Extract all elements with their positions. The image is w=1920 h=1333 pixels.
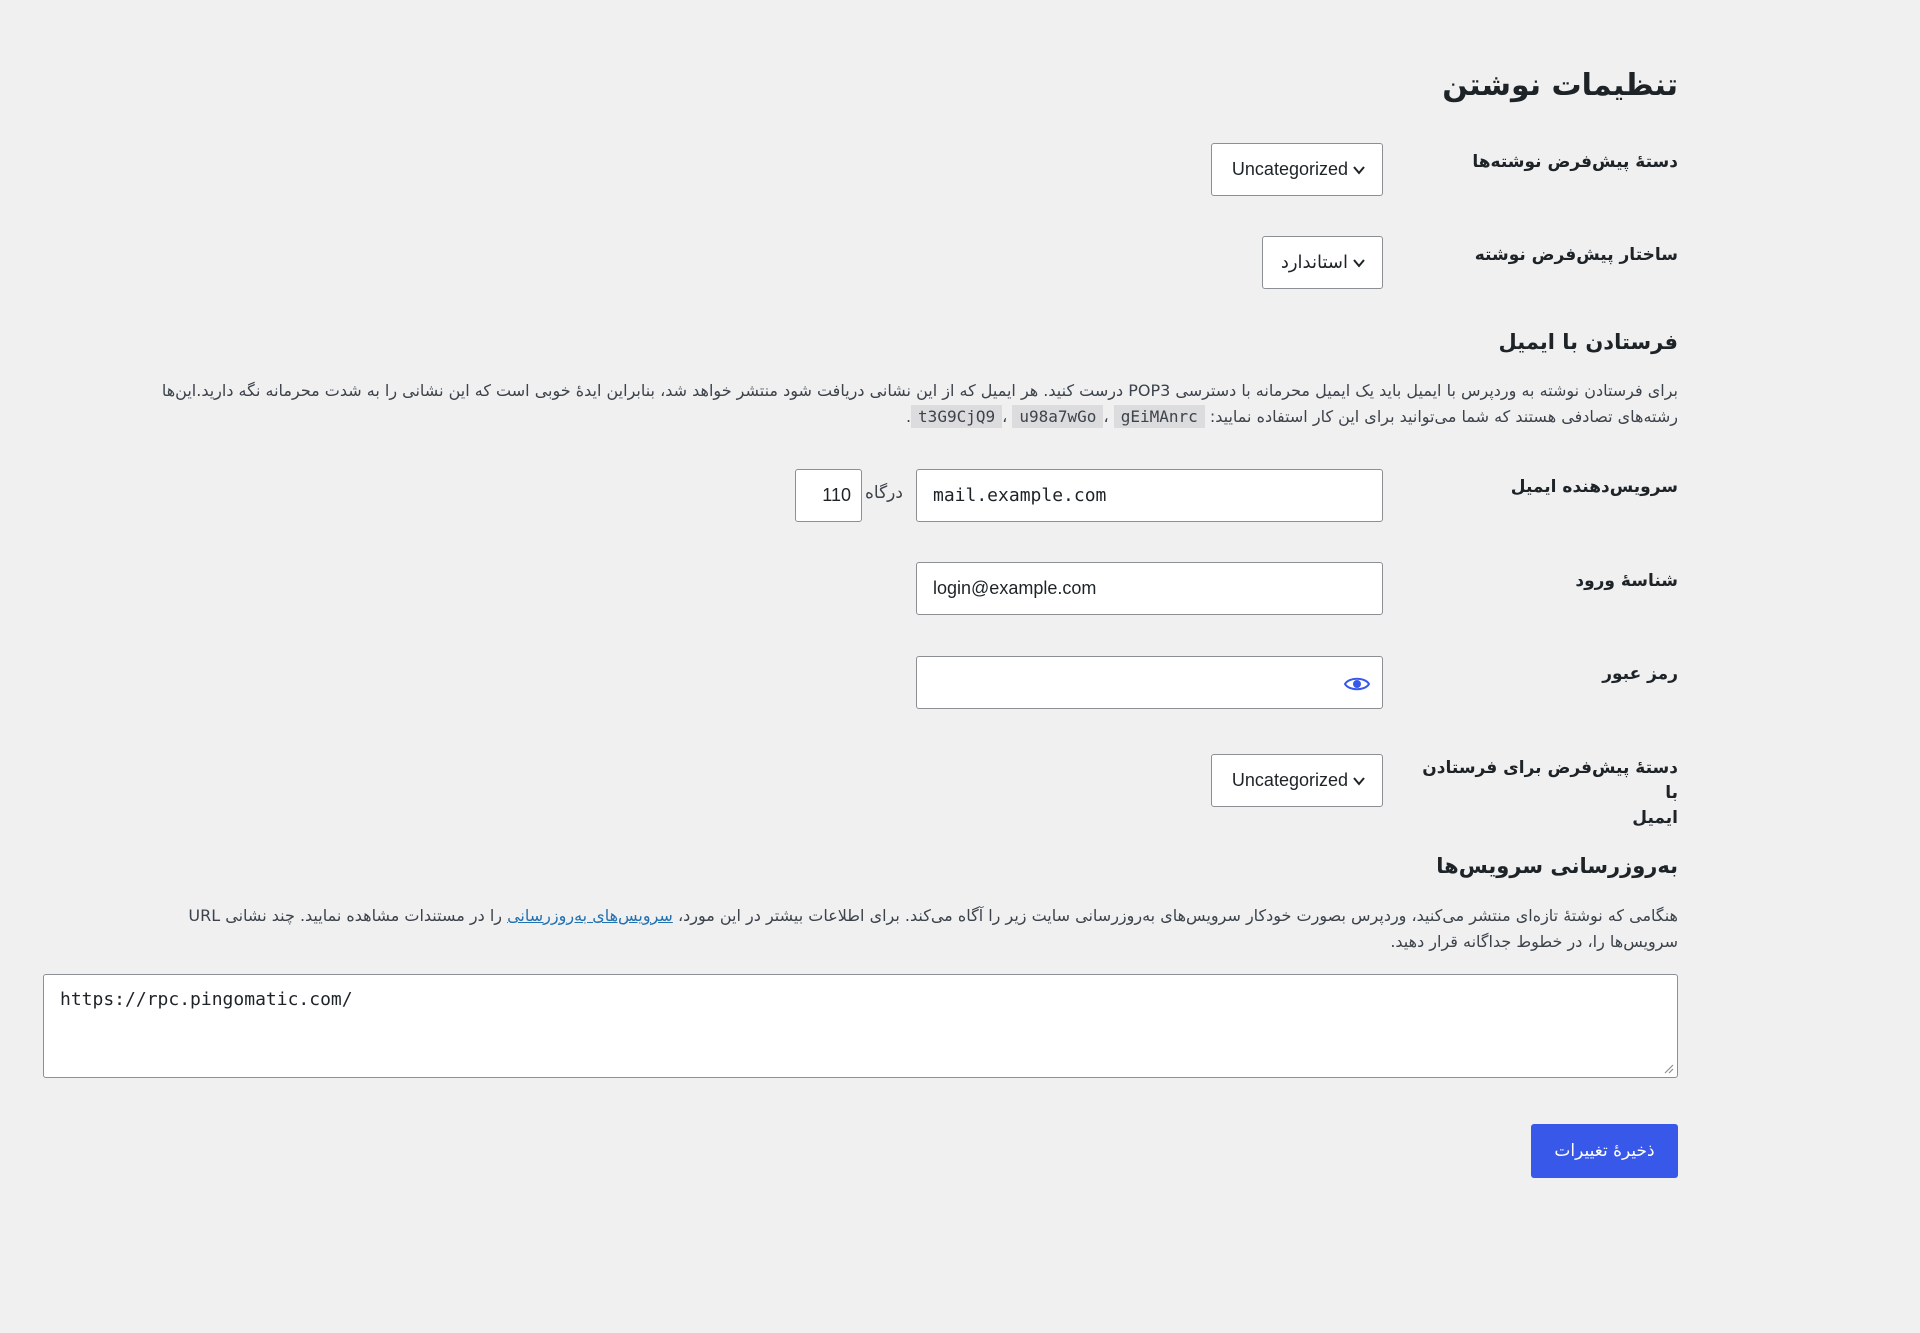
- login-input[interactable]: login@example.com: [916, 562, 1383, 615]
- password-input[interactable]: [916, 656, 1383, 709]
- mail-server-label: سرویس‌دهنده ایمیل: [1510, 477, 1678, 497]
- eye-icon[interactable]: [1344, 675, 1370, 693]
- random-string-2: u98a7wGo: [1012, 405, 1104, 428]
- ping-sites-textarea[interactable]: https://rpc.pingomatic.com/: [43, 974, 1678, 1078]
- post-via-email-heading: فرستادن با ایمیل: [1498, 330, 1679, 354]
- port-label: درگاه: [865, 483, 903, 503]
- login-label: شناسهٔ ورود: [1575, 571, 1678, 591]
- ping-sites-value: https://rpc.pingomatic.com/: [60, 989, 353, 1010]
- chevron-down-icon: [1353, 165, 1365, 175]
- default-category-label: دستهٔ پیش‌فرض نوشته‌ها: [1472, 152, 1678, 172]
- chevron-down-icon: [1353, 258, 1365, 268]
- save-changes-button[interactable]: ذخیرهٔ تغییرات: [1531, 1124, 1678, 1178]
- page-title: تنظیمات نوشتن: [1442, 68, 1678, 103]
- separator: ،: [1103, 407, 1109, 426]
- resize-handle-icon[interactable]: [1662, 1062, 1674, 1074]
- mail-category-select[interactable]: Uncategorized: [1211, 754, 1383, 807]
- chevron-down-icon: [1353, 776, 1365, 786]
- update-services-heading: به‌روزرسانی سرویس‌ها: [1436, 854, 1678, 878]
- default-format-value: استاندارد: [1280, 252, 1348, 273]
- separator: ،: [1002, 407, 1008, 426]
- port-value: 110: [822, 485, 851, 505]
- update-services-description: هنگامی که نوشتهٔ تازه‌ای منتشر می‌کنید، …: [43, 903, 1678, 955]
- default-format-label: ساختار پیش‌فرض نوشته: [1474, 245, 1678, 265]
- mail-category-label-line1: دستهٔ پیش‌فرض برای فرستادن با: [1422, 758, 1678, 803]
- mail-category-label: دستهٔ پیش‌فرض برای فرستادن با ایمیل: [1408, 756, 1678, 831]
- update-services-desc-line1: هنگامی که نوشتهٔ تازه‌ای منتشر می‌کنید، …: [43, 903, 1678, 929]
- update-services-link[interactable]: سرویس‌های به‌روزرسانی: [507, 906, 673, 925]
- post-via-email-desc-line2: رشته‌های تصادفی هستند که شما می‌توانید ب…: [43, 404, 1678, 430]
- update-services-desc-part2: را در مستندات مشاهده نمایید. چند نشانی U…: [188, 906, 502, 925]
- login-value: login@example.com: [933, 578, 1097, 598]
- post-via-email-desc-line1: برای فرستادن نوشته به وردپرس با ایمیل با…: [161, 381, 1678, 400]
- default-category-value: Uncategorized: [1231, 159, 1348, 179]
- random-string-3: gEiMAnrc: [1113, 405, 1205, 428]
- port-input[interactable]: 110: [795, 469, 862, 522]
- password-label: رمز عبور: [1602, 664, 1678, 684]
- post-via-email-description: برای فرستادن نوشته به وردپرس با ایمیل با…: [43, 378, 1678, 430]
- default-category-select[interactable]: Uncategorized: [1211, 143, 1383, 196]
- update-services-desc-line2: سرویس‌ها را، در خطوط جداگانه قرار دهید.: [1390, 932, 1678, 951]
- mail-server-input[interactable]: mail.example.com: [916, 469, 1383, 522]
- update-services-desc-part1: هنگامی که نوشتهٔ تازه‌ای منتشر می‌کنید، …: [677, 906, 1678, 925]
- mail-server-value: mail.example.com: [933, 485, 1107, 506]
- random-strings-intro: رشته‌های تصادفی هستند که شما می‌توانید ب…: [1209, 407, 1678, 426]
- default-format-select[interactable]: استاندارد: [1262, 236, 1383, 289]
- mail-category-value: Uncategorized: [1231, 770, 1348, 790]
- mail-category-label-line2: ایمیل: [1632, 808, 1678, 828]
- random-string-1: t3G9CjQ9: [911, 405, 1003, 428]
